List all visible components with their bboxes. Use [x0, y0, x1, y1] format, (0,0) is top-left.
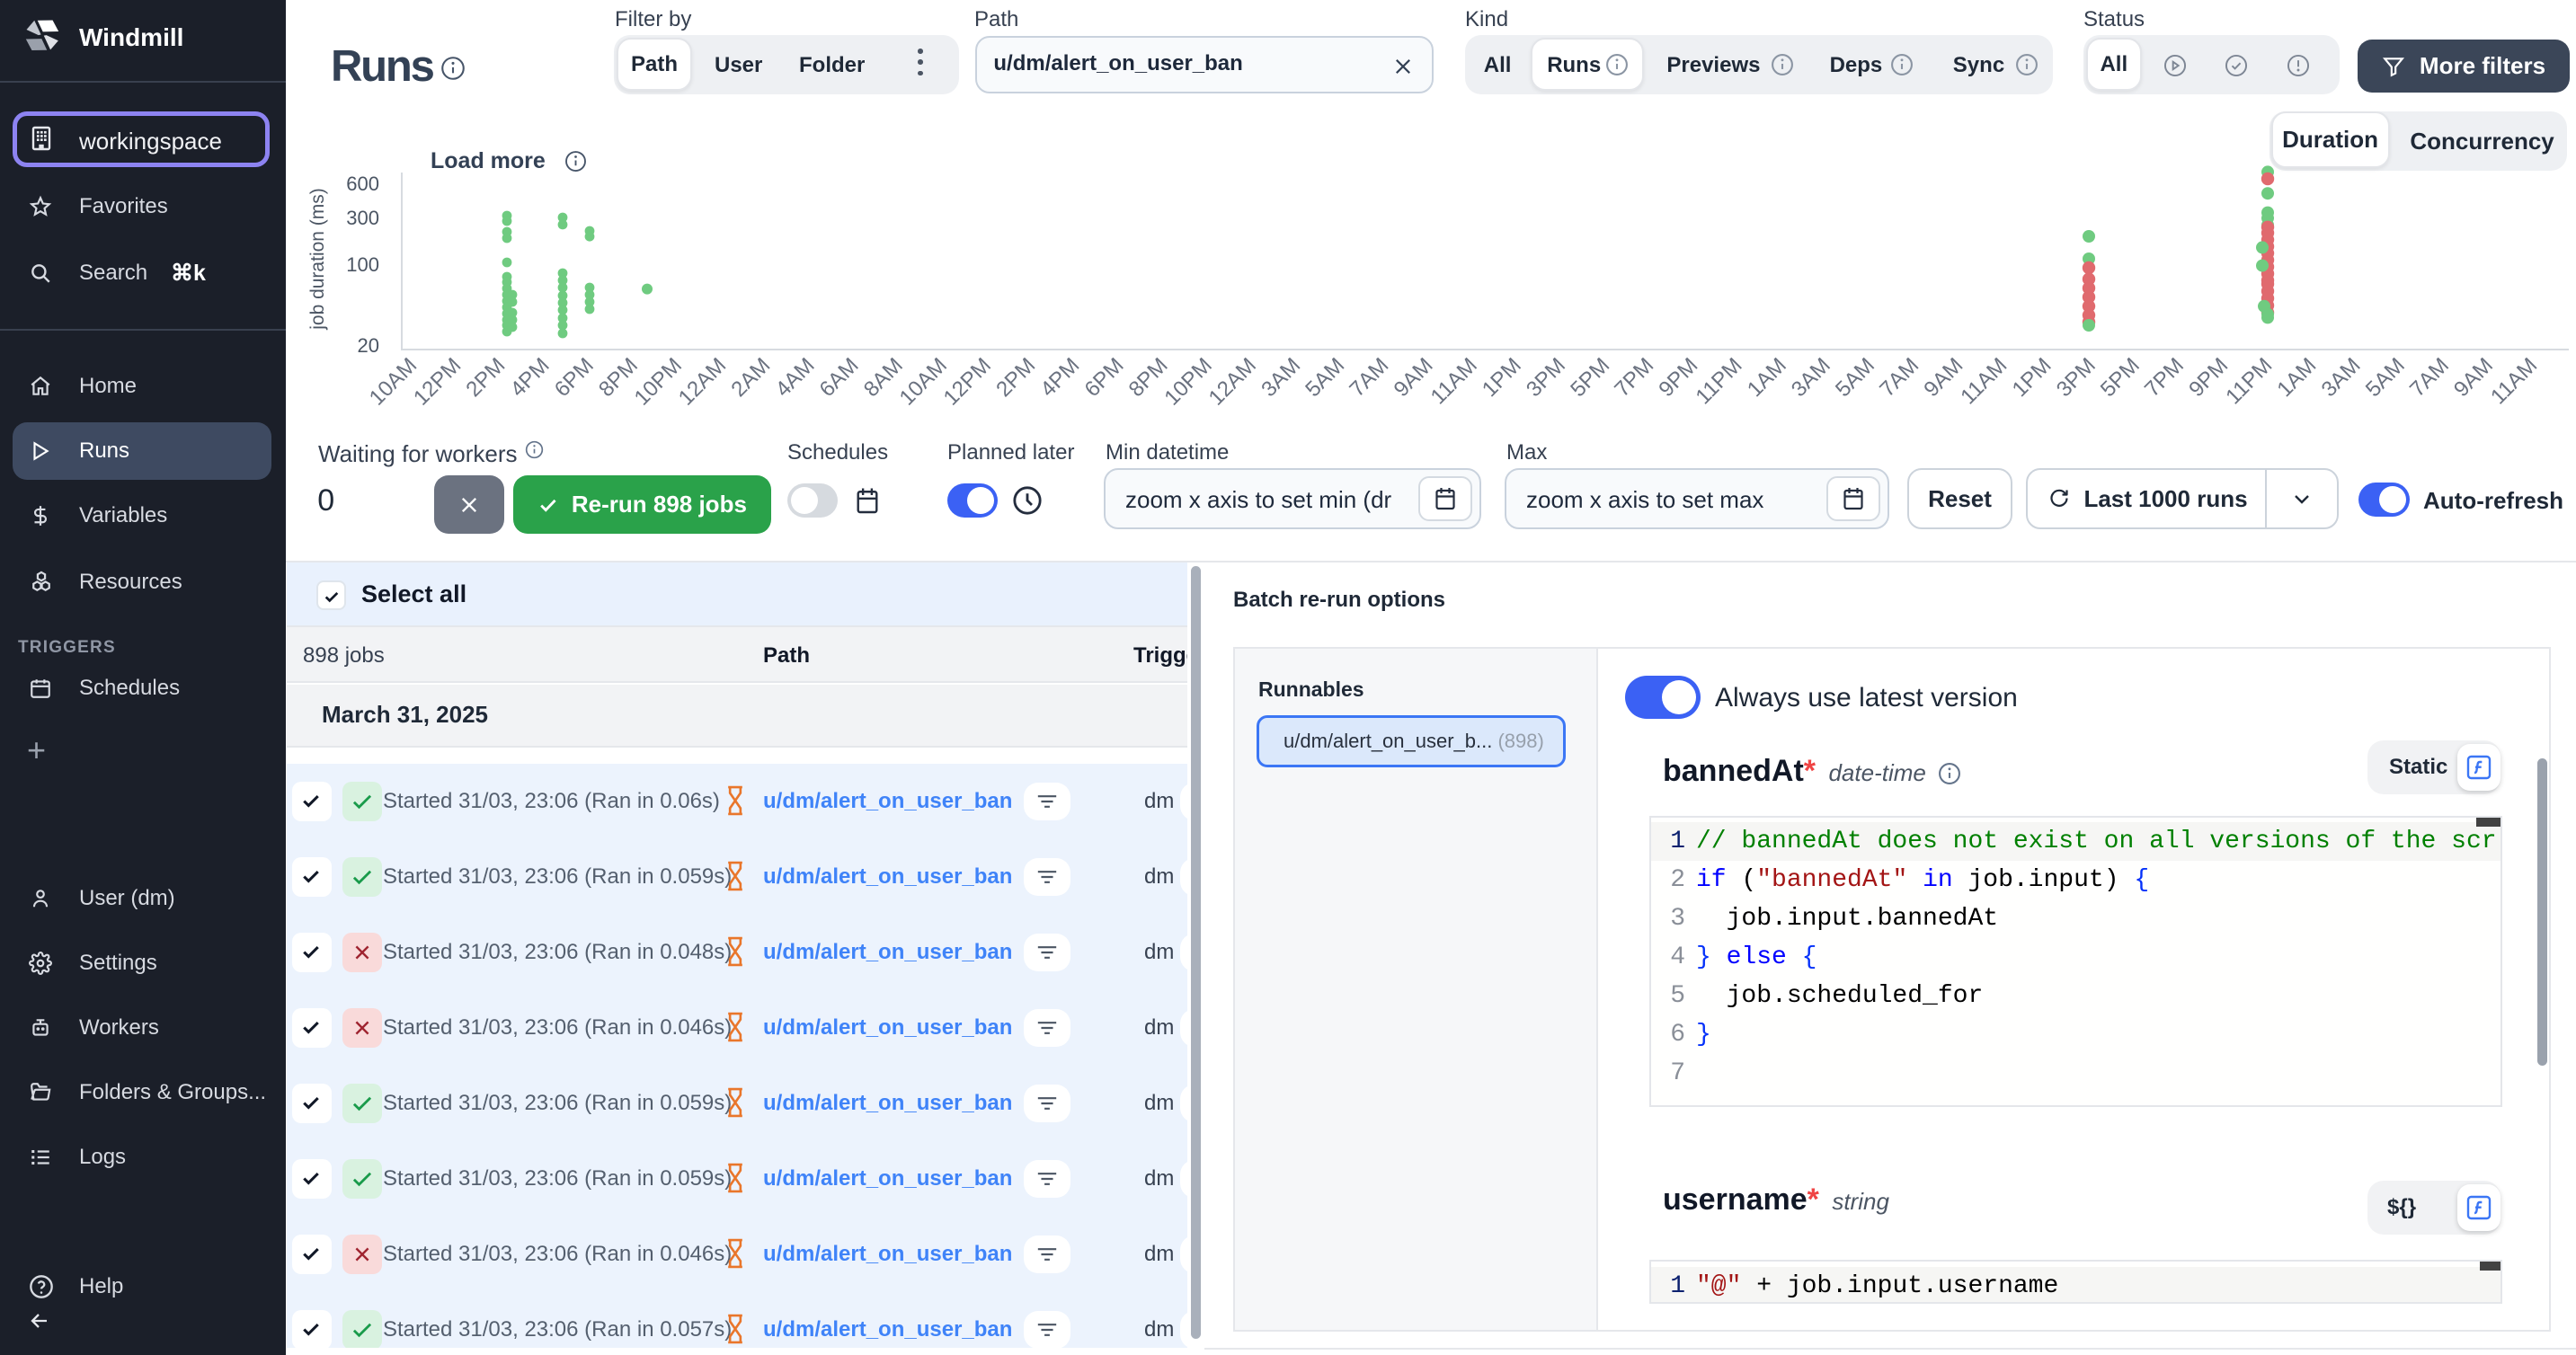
svg-text:11AM: 11AM [1426, 353, 1482, 409]
svg-text:100: 100 [346, 253, 379, 276]
svg-text:10PM: 10PM [630, 353, 687, 410]
svg-text:300: 300 [346, 207, 379, 229]
svg-text:1AM: 1AM [2272, 353, 2321, 402]
svg-text:4PM: 4PM [1035, 353, 1084, 402]
svg-text:7AM: 7AM [1345, 353, 1393, 402]
svg-text:7PM: 7PM [2140, 353, 2189, 402]
svg-text:3PM: 3PM [2052, 353, 2101, 402]
svg-text:2PM: 2PM [461, 353, 510, 402]
svg-text:2AM: 2AM [726, 353, 775, 402]
svg-text:10AM: 10AM [365, 353, 422, 410]
svg-text:600: 600 [346, 173, 379, 195]
svg-text:6PM: 6PM [550, 353, 599, 402]
svg-text:12AM: 12AM [1204, 353, 1261, 410]
svg-text:10PM: 10PM [1159, 353, 1216, 410]
svg-text:7AM: 7AM [1875, 353, 1923, 402]
svg-text:11AM: 11AM [1956, 353, 2012, 409]
svg-text:1AM: 1AM [1743, 353, 1791, 402]
svg-text:11AM: 11AM [2486, 353, 2542, 409]
svg-text:5AM: 5AM [1831, 353, 1879, 402]
svg-text:job duration (ms): job duration (ms) [307, 188, 328, 331]
svg-text:5AM: 5AM [1301, 353, 1349, 402]
svg-text:5AM: 5AM [2361, 353, 2410, 402]
svg-text:7AM: 7AM [2405, 353, 2454, 402]
svg-text:4PM: 4PM [506, 353, 555, 402]
svg-text:1PM: 1PM [2008, 353, 2056, 402]
svg-text:20: 20 [358, 334, 379, 357]
svg-text:3AM: 3AM [2317, 353, 2366, 402]
svg-text:2PM: 2PM [991, 353, 1040, 402]
svg-text:5PM: 5PM [2096, 353, 2145, 402]
svg-text:11PM: 11PM [2221, 353, 2277, 409]
svg-text:12PM: 12PM [939, 353, 996, 410]
svg-text:3AM: 3AM [1257, 353, 1305, 402]
svg-text:11PM: 11PM [1691, 353, 1746, 409]
svg-text:3AM: 3AM [1787, 353, 1835, 402]
svg-text:6PM: 6PM [1080, 353, 1129, 402]
svg-text:6AM: 6AM [815, 353, 864, 402]
svg-text:3PM: 3PM [1522, 353, 1570, 402]
svg-text:7PM: 7PM [1610, 353, 1658, 402]
svg-text:5PM: 5PM [1566, 353, 1614, 402]
svg-text:4AM: 4AM [771, 353, 820, 402]
svg-text:1PM: 1PM [1478, 353, 1526, 402]
svg-text:10AM: 10AM [895, 353, 952, 410]
svg-text:12PM: 12PM [409, 353, 466, 410]
svg-text:12AM: 12AM [674, 353, 731, 410]
